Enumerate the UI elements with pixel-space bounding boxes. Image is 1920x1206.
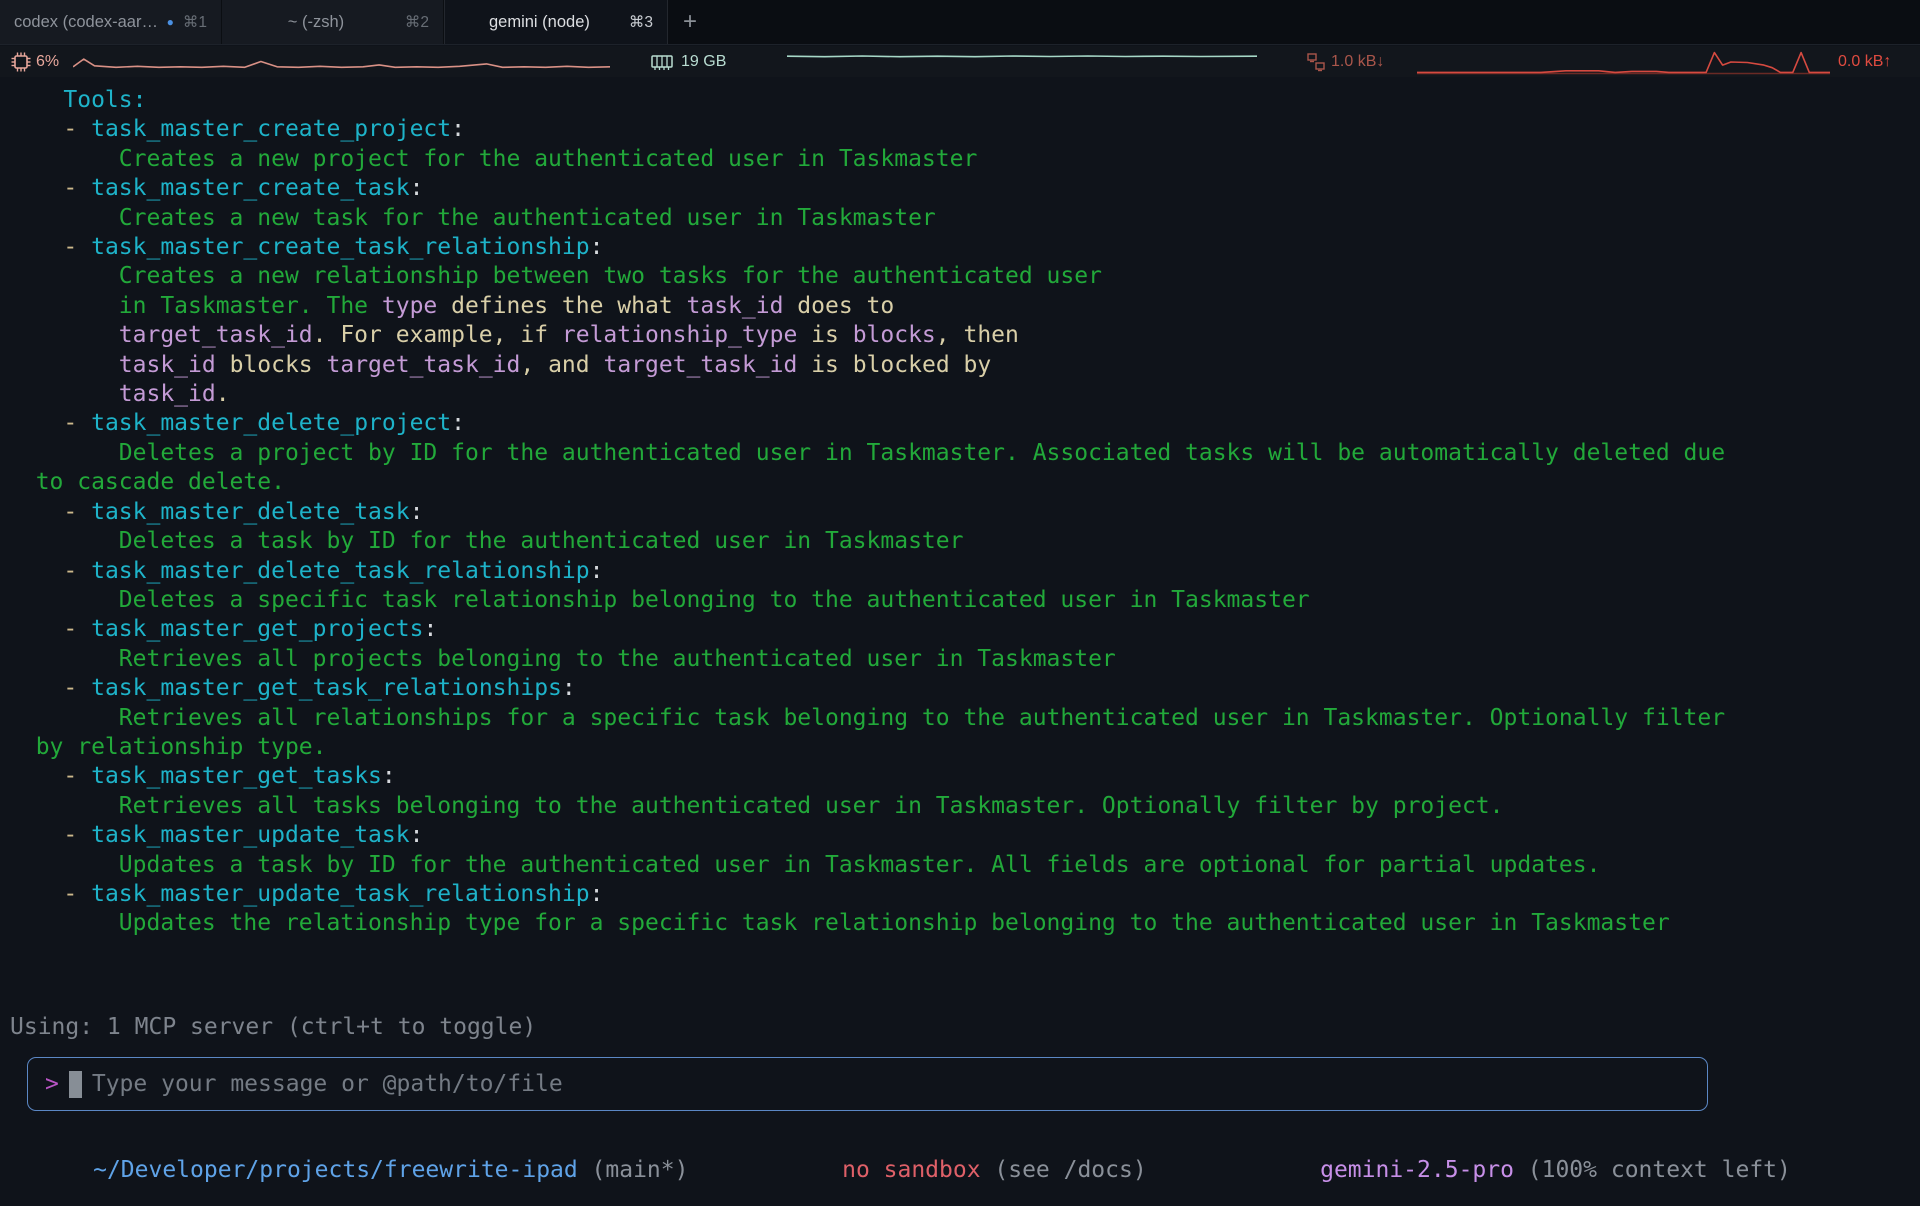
terminal-line: Retrieves all relationships for a specif… — [8, 704, 1920, 733]
activity-indicator-icon: ● — [167, 16, 174, 28]
memory-usage-value: 19 GB — [681, 46, 726, 77]
input-placeholder: Type your message or @path/to/file — [92, 1071, 563, 1097]
tab-label: codex (codex-aar… — [14, 13, 158, 32]
context-remaining: (100% context left) — [1528, 1157, 1791, 1183]
terminal-window: codex (codex-aar… ● ⌘1 ~ (-zsh) ⌘2 gemin… — [0, 0, 1920, 1206]
session-footer: ~/Developer/projects/freewrite-ipad(main… — [0, 1131, 1920, 1161]
terminal-line: Updates the relationship type for a spec… — [8, 909, 1920, 938]
terminal-line: target_task_id. For example, if relation… — [8, 321, 1920, 350]
network-download-value: 1.0 kB↓ — [1331, 46, 1384, 77]
terminal-line: - task_master_create_project: — [8, 115, 1920, 144]
cpu-usage-graph — [73, 50, 610, 81]
network-icon — [1306, 46, 1326, 77]
sandbox-hint: (see /docs) — [994, 1157, 1146, 1183]
terminal-line: - task_master_update_task_relationship: — [8, 880, 1920, 909]
terminal-line: - task_master_create_task_relationship: — [8, 233, 1920, 262]
terminal-line: Updates a task by ID for the authenticat… — [8, 851, 1920, 880]
system-status-bar: 6% 19 GB 1.0 kB↓ 0.0 kB↑ — [0, 46, 1920, 77]
tab-label: ~ (-zsh) — [236, 13, 396, 32]
sandbox-label: no sandbox — [842, 1157, 980, 1183]
terminal-line: - task_master_delete_task: — [8, 498, 1920, 527]
terminal-line: Deletes a task by ID for the authenticat… — [8, 527, 1920, 556]
terminal-line: Tools: — [8, 86, 1920, 115]
terminal-line: Retrieves all projects belonging to the … — [8, 645, 1920, 674]
memory-chip-icon — [650, 46, 674, 77]
terminal-line: - task_master_delete_project: — [8, 409, 1920, 438]
model-name: gemini-2.5-pro — [1320, 1157, 1514, 1183]
tab-codex[interactable]: codex (codex-aar… ● ⌘1 — [0, 0, 222, 44]
terminal-line: - task_master_get_task_relationships: — [8, 674, 1920, 703]
terminal-line: Retrieves all tasks belonging to the aut… — [8, 792, 1920, 821]
terminal-line: - task_master_get_tasks: — [8, 762, 1920, 791]
terminal-line: Creates a new project for the authentica… — [8, 145, 1920, 174]
terminal-line: Creates a new task for the authenticated… — [8, 204, 1920, 233]
network-usage-graph — [1417, 49, 1830, 80]
cpu-usage-value: 6% — [36, 46, 59, 77]
terminal-line: by relationship type. — [8, 733, 1920, 762]
tab-shortcut: ⌘1 — [183, 13, 207, 32]
tab-zsh[interactable]: ~ (-zsh) ⌘2 — [222, 0, 444, 44]
text-cursor-block — [69, 1071, 82, 1098]
working-directory: ~/Developer/projects/freewrite-ipad — [93, 1157, 578, 1183]
terminal-line: Deletes a project by ID for the authenti… — [8, 439, 1920, 468]
terminal-line: to cascade delete. — [8, 468, 1920, 497]
terminal-output: Tools: - task_master_create_project: Cre… — [8, 86, 1920, 939]
sandbox-status: no sandbox (see /docs) — [759, 1131, 1147, 1206]
terminal-line: - task_master_delete_task_relationship: — [8, 557, 1920, 586]
terminal-line: - task_master_create_task: — [8, 174, 1920, 203]
tab-shortcut: ⌘3 — [629, 13, 653, 32]
message-input[interactable]: > Type your message or @path/to/file — [27, 1057, 1708, 1111]
network-upload-value: 0.0 kB↑ — [1838, 46, 1891, 77]
terminal-line: Creates a new relationship between two t… — [8, 262, 1920, 291]
memory-usage-graph — [787, 50, 1257, 81]
tab-gemini-active[interactable]: gemini (node) ⌘3 — [444, 0, 668, 44]
terminal-line: task_id. — [8, 380, 1920, 409]
prompt-symbol: > — [45, 1071, 59, 1097]
terminal-line: in Taskmaster. The type defines the what… — [8, 292, 1920, 321]
git-branch: (main*) — [592, 1157, 689, 1183]
terminal-line: - task_master_update_task: — [8, 821, 1920, 850]
cpu-chip-icon — [10, 46, 32, 77]
terminal-line: - task_master_get_projects: — [8, 615, 1920, 644]
tab-shortcut: ⌘2 — [405, 13, 429, 32]
tab-bar-filler — [712, 0, 1920, 44]
terminal-line: task_id blocks target_task_id, and targe… — [8, 351, 1920, 380]
terminal-line: Deletes a specific task relationship bel… — [8, 586, 1920, 615]
tab-label: gemini (node) — [459, 13, 620, 32]
workdir-status: ~/Developer/projects/freewrite-ipad (main… — [10, 1131, 688, 1206]
mcp-status-line: Using: 1 MCP server (ctrl+t to toggle) — [10, 1014, 536, 1040]
model-status: gemini-2.5-pro (100% context left) — [1237, 1131, 1791, 1206]
new-tab-button[interactable]: + — [668, 0, 712, 44]
tab-bar: codex (codex-aar… ● ⌘1 ~ (-zsh) ⌘2 gemin… — [0, 0, 1920, 45]
